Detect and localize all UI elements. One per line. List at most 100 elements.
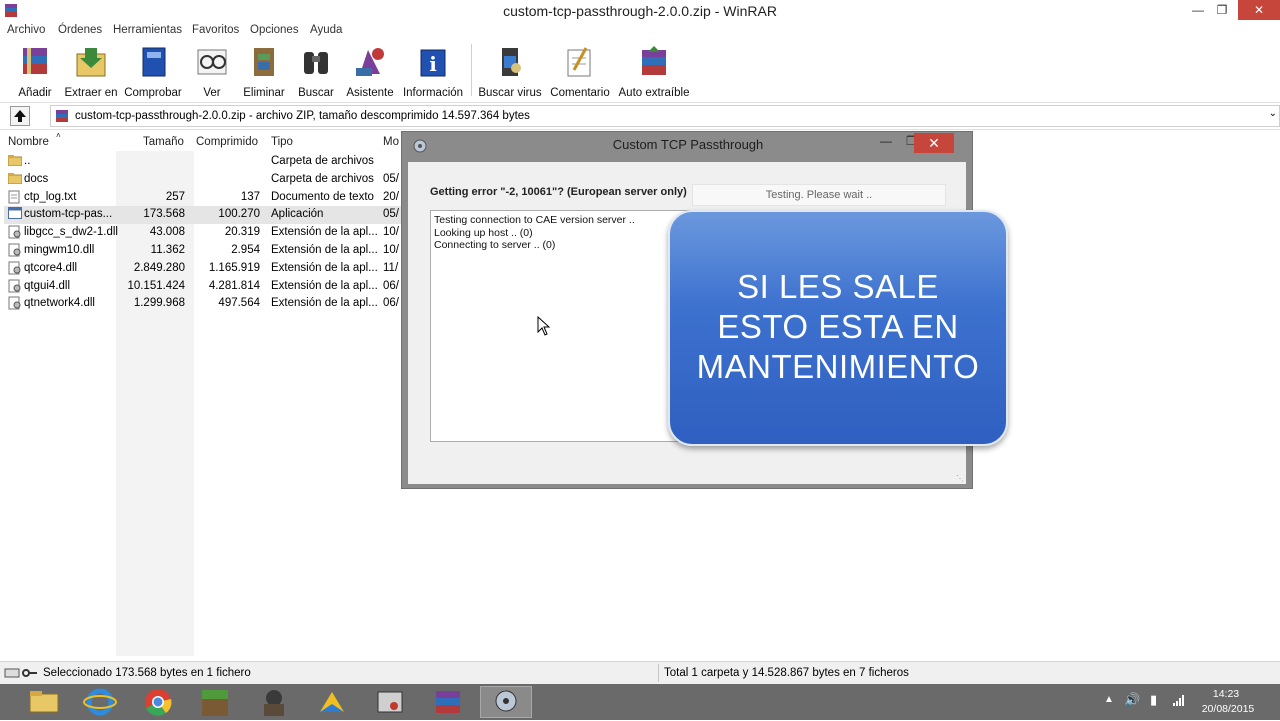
menu-herramientas[interactable]: Herramientas	[113, 24, 182, 36]
maximize-button[interactable]: ❐	[1210, 0, 1234, 20]
taskbar-chrome[interactable]	[132, 686, 184, 718]
comment-icon	[567, 47, 591, 77]
view-button[interactable]: Ver	[190, 44, 234, 99]
volume-icon[interactable]: 🔊	[1124, 692, 1140, 708]
file-size: 2.849.280	[133, 261, 185, 274]
virus-scan-button[interactable]: Buscar virus	[478, 44, 542, 99]
file-size: 43.008	[149, 226, 185, 239]
file-size: 10.151.424	[127, 279, 185, 292]
taskbar-sketchup[interactable]	[306, 686, 358, 718]
file-type: Extensión de la apl...	[271, 279, 378, 292]
error-label: Getting error "-2, 10061"? (European ser…	[430, 186, 687, 198]
file-row[interactable]: qtgui4.dll 10.151.424 4.281.814 Extensión d…	[4, 278, 404, 296]
file-modified: 05/	[383, 208, 399, 221]
menu-favoritos[interactable]: Favoritos	[192, 24, 239, 36]
file-row[interactable]: qtnetwork4.dll 1.299.968 497.564 Extensión …	[4, 295, 404, 313]
banner-line: MANTENIMIENTO	[696, 348, 980, 385]
taskbar: ▲ 🔊 ▮ 14:23 20/08/2015	[0, 684, 1280, 720]
wizard-icon	[356, 48, 384, 76]
wizard-button[interactable]: Asistente	[344, 44, 396, 99]
menu-opciones[interactable]: Opciones	[250, 24, 299, 36]
path-field[interactable]: custom-tcp-passthrough-2.0.0.zip - archi…	[50, 105, 1280, 127]
delete-icon	[254, 48, 274, 76]
internet-explorer-icon	[83, 688, 117, 716]
file-type: Aplicación	[271, 208, 324, 221]
path-text: custom-tcp-passthrough-2.0.0.zip - archi…	[75, 110, 530, 122]
testing-button[interactable]: Testing. Please wait ..	[692, 184, 946, 206]
taskbar-file-explorer[interactable]	[18, 686, 70, 718]
file-row[interactable]: libgcc_s_dw2-1.dll 43.008 20.319 Extensión …	[4, 224, 404, 242]
sfx-button[interactable]: Auto extraíble	[618, 44, 690, 99]
file-row[interactable]: ctp_log.txt 257 137 Documento de texto 20/	[4, 189, 404, 207]
power-icon[interactable]: ▮	[1150, 692, 1157, 708]
add-button[interactable]: Añadir	[10, 44, 60, 99]
status-selected: Seleccionado 173.568 bytes en 1 fichero	[43, 667, 251, 679]
taskbar-network-app[interactable]	[480, 686, 532, 718]
title-bar: custom-tcp-passthrough-2.0.0.zip - WinRA…	[0, 0, 1280, 22]
file-modified: 20/	[383, 190, 399, 203]
dll-file-icon	[8, 296, 22, 313]
column-header-name[interactable]: Nombre	[8, 136, 49, 148]
close-button[interactable]: ✕	[1238, 0, 1280, 20]
file-row[interactable]: .. Carpeta de archivos	[4, 153, 404, 171]
column-header-packed[interactable]: Comprimido	[196, 136, 258, 148]
clock-date[interactable]: 20/08/2015	[1196, 703, 1260, 715]
file-type: Extensión de la apl...	[271, 261, 378, 274]
folder-icon	[7, 172, 23, 187]
taskbar-minecraft[interactable]	[190, 686, 242, 718]
toolbar: Añadir Extraer en Comprobar Ver Eliminar…	[0, 40, 1280, 100]
taskbar-winrar[interactable]	[422, 686, 474, 718]
column-header-size[interactable]: Tamaño	[143, 136, 184, 148]
network-signal-icon[interactable]	[1172, 693, 1186, 707]
maintenance-banner: SI LES SALE ESTO ESTA EN MANTENIMIENTO	[668, 210, 1008, 446]
file-packed: 20.319	[224, 226, 260, 239]
toolbar-separator	[471, 44, 472, 96]
file-row[interactable]: qtcore4.dll 2.849.280 1.165.919 Extensión d…	[4, 260, 404, 278]
up-folder-button[interactable]	[10, 106, 30, 126]
dialog-minimize-button[interactable]: —	[880, 134, 892, 148]
resize-grip[interactable]: ⋱	[956, 474, 964, 483]
zip-archive-icon	[56, 110, 68, 122]
file-row[interactable]: mingwm10.dll 11.362 2.954 Extensión de la a…	[4, 242, 404, 260]
file-name: ..	[24, 155, 31, 167]
chrome-icon	[145, 689, 172, 716]
log-line: Testing connection to CAE version server…	[434, 214, 635, 226]
column-header-type[interactable]: Tipo	[271, 136, 293, 148]
comment-button[interactable]: Comentario	[548, 44, 612, 99]
test-button[interactable]: Comprobar	[122, 44, 184, 99]
sfx-icon	[642, 46, 666, 75]
menu-archivo[interactable]: Archivo	[7, 24, 45, 36]
minimize-button[interactable]: —	[1186, 0, 1210, 20]
network-app-icon	[495, 690, 517, 712]
taskbar-app[interactable]	[364, 686, 416, 718]
dialog-close-button[interactable]: ✕	[914, 133, 954, 153]
taskbar-game[interactable]	[248, 686, 300, 718]
extract-button[interactable]: Extraer en	[62, 44, 120, 99]
file-row[interactable]: docs Carpeta de archivos 05/	[4, 171, 404, 189]
info-button[interactable]: i Información	[400, 44, 466, 99]
game-character-icon	[264, 690, 284, 716]
file-type: Carpeta de archivos	[271, 172, 374, 185]
column-header-modified[interactable]: Mo	[383, 136, 399, 148]
sketchup-icon	[320, 692, 344, 712]
virus-scan-icon	[502, 48, 521, 76]
app-icon	[377, 691, 403, 713]
status-total: Total 1 carpeta y 14.528.867 bytes en 7 …	[664, 667, 909, 679]
taskbar-internet-explorer[interactable]	[74, 686, 126, 718]
file-name: ctp_log.txt	[24, 190, 77, 203]
file-packed: 1.165.919	[208, 261, 260, 274]
file-type: Documento de texto	[271, 190, 374, 203]
find-button[interactable]: Buscar	[294, 44, 338, 99]
minecraft-icon	[202, 690, 228, 716]
file-row[interactable]: custom-tcp-pas... 173.568 100.270 Aplicació…	[4, 206, 404, 225]
delete-button[interactable]: Eliminar	[240, 44, 288, 99]
clock-time[interactable]: 14:23	[1196, 688, 1256, 700]
add-archive-icon	[23, 48, 47, 74]
file-type: Carpeta de archivos	[271, 155, 374, 167]
chevron-down-icon[interactable]: ⌄	[1269, 108, 1277, 119]
banner-line: SI LES SALE	[737, 268, 939, 305]
menu-ordenes[interactable]: Órdenes	[58, 24, 102, 36]
show-hidden-icons-icon[interactable]: ▲	[1104, 694, 1114, 705]
menu-ayuda[interactable]: Ayuda	[310, 24, 342, 36]
dll-file-icon	[8, 279, 22, 296]
